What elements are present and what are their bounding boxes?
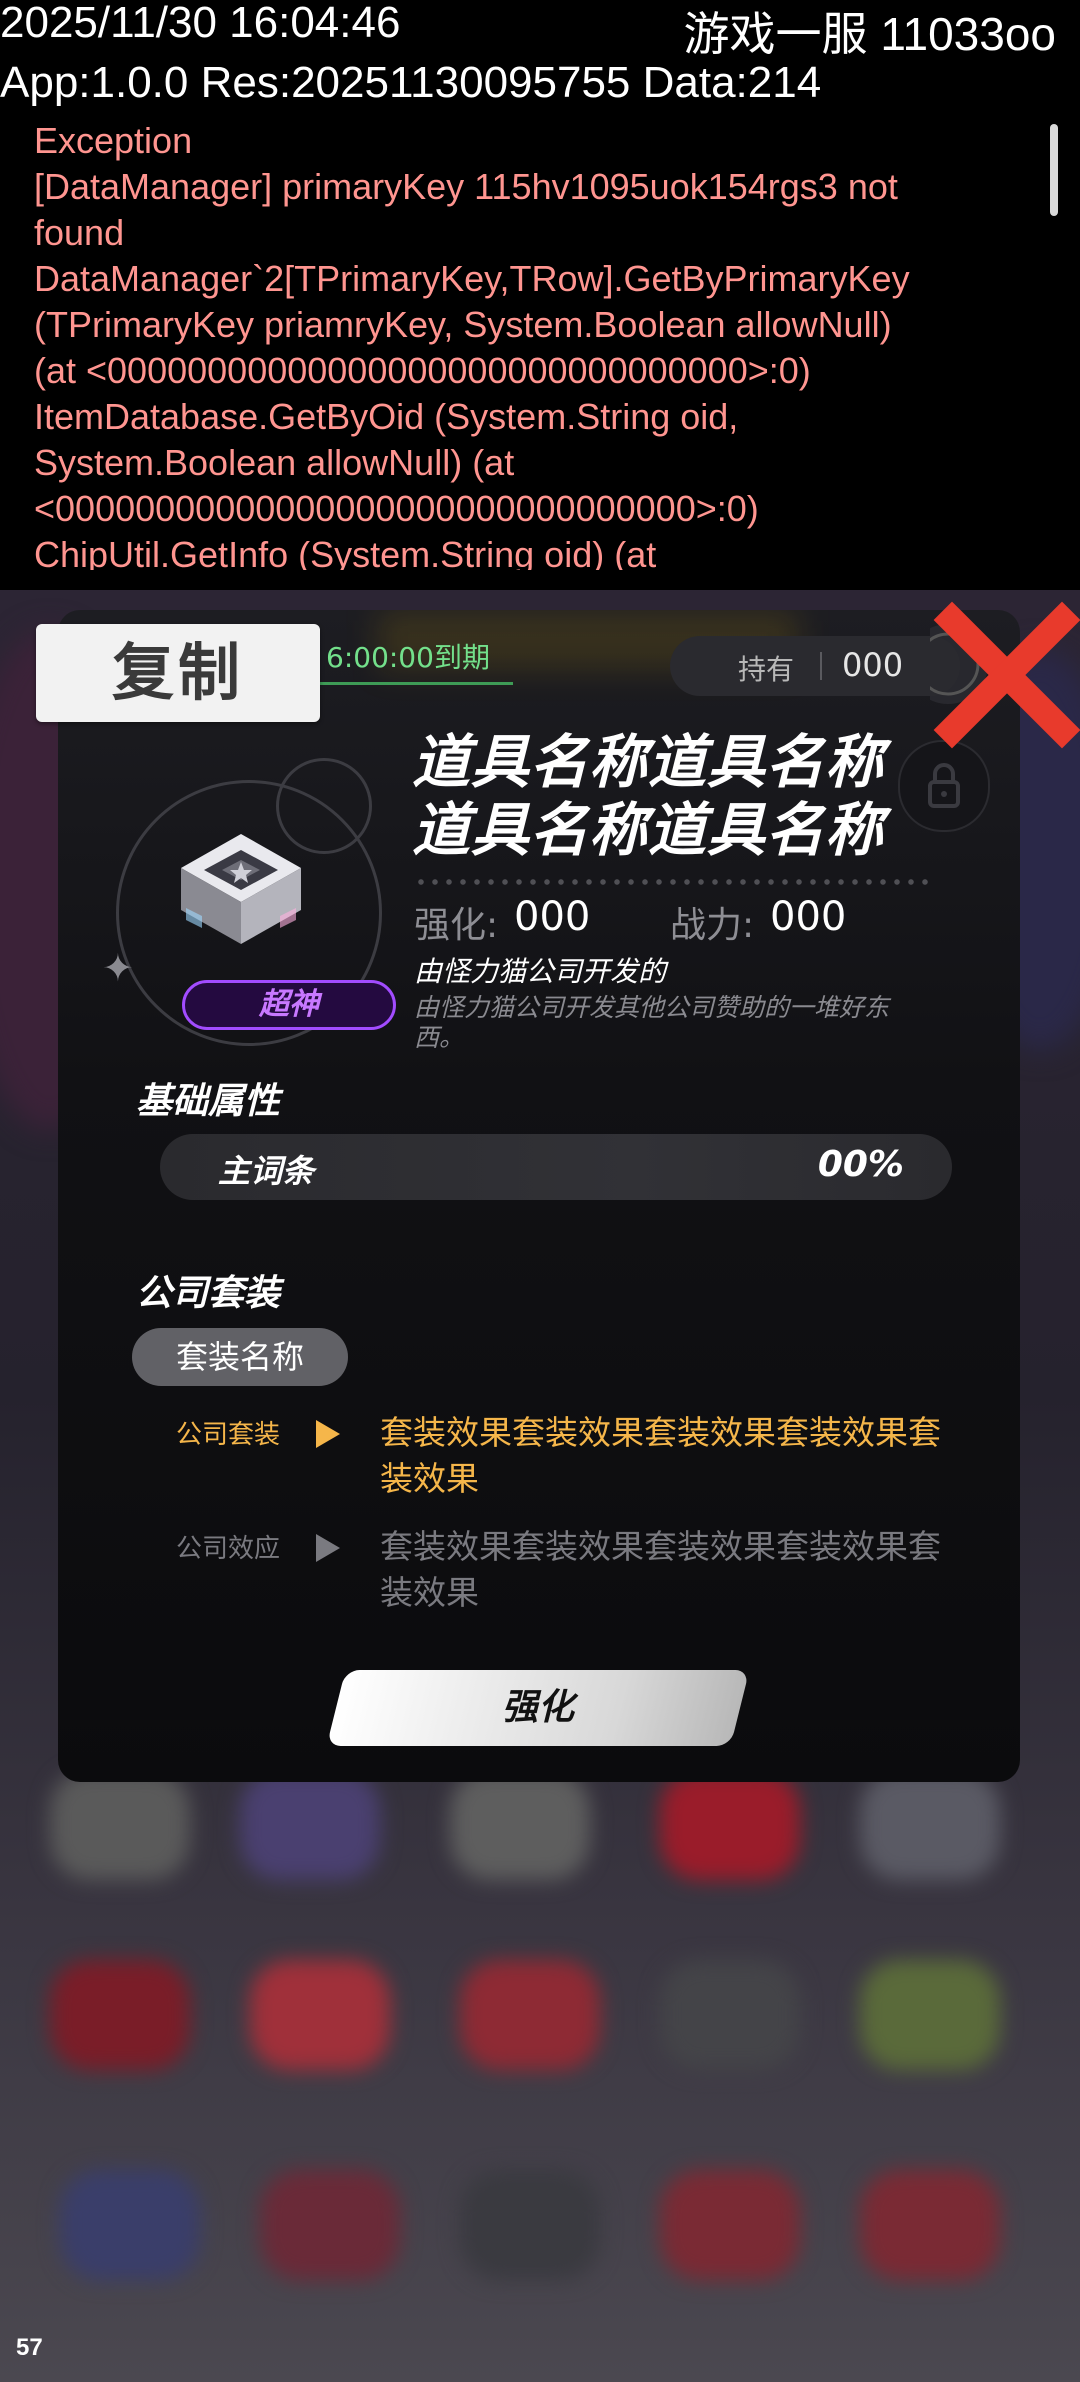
main-attr-value: 00% [817,1144,904,1185]
enhance-value: 000 [514,894,591,940]
log-scrollbar[interactable] [1050,124,1058,216]
copy-button[interactable]: 复制 [36,624,320,722]
power-value: 000 [770,894,847,940]
developer-text: 由怪力猫公司开发的 [414,955,667,988]
exception-log-text: Exception [DataManager] primaryKey 115hv… [34,120,910,570]
suit-effect-text: 套装效果套装效果套装效果套装效果套装效果 [380,1413,941,1498]
debug-timestamp: 2025/11/30 16:04:46 [0,0,401,47]
upgrade-button[interactable]: 强化 [326,1670,750,1746]
hold-label: 持有 [738,653,795,686]
debug-server: 游戏一服 11033oo [683,8,1056,60]
suit-title: 公司套装 [136,1273,281,1314]
dotted-divider [414,878,934,886]
item-name: 道具名称道具名称道具名称道具名称 [412,728,885,864]
fps-counter: 57 [16,2334,43,2361]
base-attr-title: 基础属性 [136,1081,281,1122]
upgrade-button-label: 强化 [501,1687,574,1728]
play-arrow-icon [316,1534,340,1562]
lock-icon [928,763,960,808]
chip-icon [181,834,301,944]
hold-divider [820,652,822,680]
suit-effect-label: 公司套装 [176,1420,281,1450]
suit-name-tag[interactable]: 套装名称 [132,1328,348,1386]
debug-version: App:1.0.0 Res:20251130095755 Data:214 [0,58,822,107]
play-arrow-icon [316,1420,340,1448]
close-icon[interactable] [930,592,1080,752]
rarity-badge: 超神 [182,980,396,1030]
exception-log[interactable]: Exception [DataManager] primaryKey 115hv… [34,118,1024,570]
debug-overlay: 2025/11/30 16:04:46 游戏一服 11033oo App:1.0… [0,0,1080,590]
item-detail-panel: 6:00:00到期 持有 000 ✦ 超神 道具名称道具名称道具名称道具名称 强… [58,610,1020,1782]
company-effect-label: 公司效应 [176,1534,281,1564]
sparkle-icon: ✦ [102,946,134,990]
expire-time: 6:00:00到期 [326,641,490,674]
hold-count: 持有 000 [670,636,960,696]
enhance-label: 强化: [414,905,499,946]
main-attr-bar: 主词条 00% [160,1134,952,1200]
hold-value: 000 [842,646,904,684]
main-attr-name: 主词条 [218,1152,315,1190]
item-description: 由怪力猫公司开发其他公司赞助的一堆好东西。 [414,993,890,1052]
company-effect-text: 套装效果套装效果套装效果套装效果套装效果 [380,1527,941,1612]
power-label: 战力: [670,905,755,946]
